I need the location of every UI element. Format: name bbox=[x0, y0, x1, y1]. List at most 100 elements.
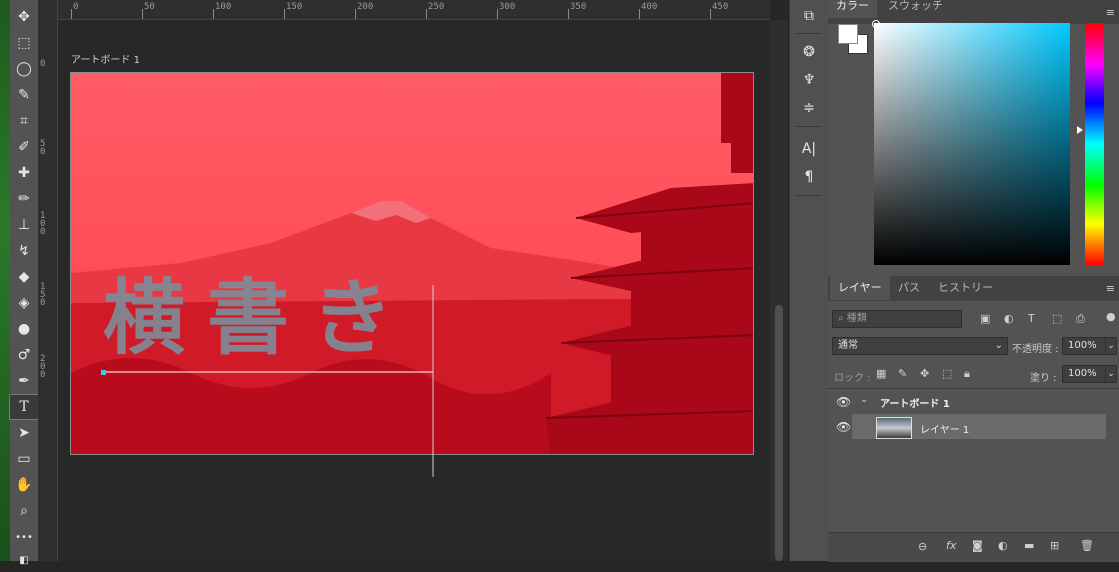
zoom-tool-icon[interactable]: ⌕ bbox=[10, 499, 38, 523]
hruler-label: 450 bbox=[712, 2, 729, 12]
eyedropper-tool-icon[interactable]: ✐ bbox=[10, 135, 38, 159]
expand-chevron-icon[interactable]: ⌄ bbox=[860, 394, 868, 405]
link-layers-icon[interactable]: ⊖ bbox=[918, 540, 927, 553]
stamp-tool-icon[interactable]: ⊥ bbox=[10, 213, 38, 237]
vertical-ruler: 0 50 100 150 200 bbox=[38, 0, 58, 561]
move-tool-icon[interactable]: ✥ bbox=[10, 5, 38, 29]
lock-artboard-icon[interactable]: ⬚ bbox=[942, 367, 952, 380]
layer-row-image[interactable]: 👁︎ レイヤー 1 bbox=[828, 414, 1106, 439]
baseline-anchor[interactable] bbox=[101, 370, 106, 375]
tab-swatches[interactable]: スウォッチ bbox=[880, 0, 951, 18]
hruler-label: 350 bbox=[570, 2, 587, 12]
vruler-label: 0 bbox=[40, 59, 46, 69]
healing-brush-tool-icon[interactable]: ✚ bbox=[10, 161, 38, 185]
layers-menu-icon[interactable]: ≡ bbox=[1106, 282, 1115, 295]
desktop-edge bbox=[0, 0, 10, 561]
default-colors-icon[interactable]: ◧ bbox=[10, 548, 38, 572]
panel-dock: ⧉ ❂ ♆ ≑ A| ¶ bbox=[789, 0, 829, 561]
fill-label: 塗り : bbox=[1030, 373, 1057, 384]
layer-filter-select[interactable]: ⌕ 種類 bbox=[832, 310, 962, 328]
lock-pixels-icon[interactable]: ✎ bbox=[898, 367, 907, 380]
opacity-dropdown-icon[interactable]: ⌄ bbox=[1105, 337, 1117, 355]
blur-tool-icon[interactable]: ● bbox=[10, 317, 38, 341]
hruler-label: 250 bbox=[428, 2, 445, 12]
path-select-tool-icon[interactable]: ➤ bbox=[10, 421, 38, 445]
channels-icon[interactable]: ❂ bbox=[790, 40, 828, 64]
lock-transparent-icon[interactable]: ▦ bbox=[876, 367, 886, 380]
scrollbar-thumb[interactable] bbox=[775, 305, 783, 561]
blend-mode-value: 通常 bbox=[838, 340, 858, 351]
hruler-label: 150 bbox=[286, 2, 303, 12]
hand-tool-icon[interactable]: ✋ bbox=[10, 473, 38, 497]
quick-select-tool-icon[interactable]: ✎ bbox=[10, 83, 38, 107]
lock-position-icon[interactable]: ✥ bbox=[920, 367, 929, 380]
chevron-down-icon: ⌄ bbox=[994, 340, 1003, 351]
filter-pixel-icon[interactable]: ▣ bbox=[980, 312, 990, 325]
fill-field[interactable]: 100% bbox=[1062, 365, 1106, 383]
marquee-tool-icon[interactable]: ⬚ bbox=[10, 31, 38, 55]
blend-mode-select[interactable]: 通常 ⌄ bbox=[832, 337, 1008, 355]
tools-panel: ✥ ⬚ ◯ ✎ ⌗ ✐ ✚ ✏ ⊥ ↯ ◆ ◈ ● ♂ ✒ T ➤ ▭ ✋ ⌕ … bbox=[9, 0, 39, 566]
hue-slider-handle[interactable] bbox=[1077, 126, 1083, 134]
add-mask-icon[interactable]: ◙ bbox=[972, 539, 983, 552]
hruler-label: 50 bbox=[144, 2, 155, 12]
vruler-label: 200 bbox=[40, 354, 46, 380]
new-group-icon[interactable]: ▬ bbox=[1024, 539, 1034, 552]
tab-color[interactable]: カラー bbox=[828, 0, 877, 18]
foreground-color-swatch[interactable] bbox=[838, 24, 858, 44]
dodge-tool-icon[interactable]: ♂ bbox=[10, 343, 38, 367]
libraries-icon[interactable]: ⧉ bbox=[790, 4, 828, 28]
hue-slider[interactable] bbox=[1085, 23, 1104, 265]
tab-paths[interactable]: パス bbox=[890, 276, 928, 300]
tab-history[interactable]: ヒストリー bbox=[930, 276, 1001, 300]
lock-label: ロック : bbox=[834, 373, 871, 384]
brush-tool-icon[interactable]: ✏ bbox=[10, 187, 38, 211]
history-brush-tool-icon[interactable]: ↯ bbox=[10, 239, 38, 263]
visibility-eye-icon[interactable]: 👁︎ bbox=[836, 420, 851, 434]
rectangle-tool-icon[interactable]: ▭ bbox=[10, 447, 38, 471]
lock-all-icon[interactable]: 🔒︎ bbox=[964, 367, 970, 381]
delete-layer-icon[interactable]: 🗑︎ bbox=[1080, 539, 1094, 552]
fill-dropdown-icon[interactable]: ⌄ bbox=[1105, 365, 1117, 383]
opacity-field[interactable]: 100% bbox=[1062, 337, 1106, 355]
opacity-label: 不透明度 : bbox=[1012, 344, 1059, 355]
layers-footer: ⊖ fx ◙ ◐ ▬ ⊞ 🗑︎ bbox=[828, 532, 1119, 562]
visibility-eye-icon[interactable]: 👁︎ bbox=[836, 395, 851, 409]
vruler-label: 100 bbox=[40, 211, 46, 237]
paragraph-icon[interactable]: ¶ bbox=[790, 165, 828, 189]
hruler-label: 300 bbox=[499, 2, 516, 12]
panel-menu-icon[interactable]: ≡ bbox=[1106, 6, 1115, 19]
adjustments-icon[interactable]: ≑ bbox=[790, 96, 828, 120]
paint-bucket-tool-icon[interactable]: ◈ bbox=[10, 291, 38, 315]
filter-adjustment-icon[interactable]: ◐ bbox=[1004, 312, 1014, 325]
layer-style-icon[interactable]: fx bbox=[946, 539, 956, 552]
layer-filter-label: 種類 bbox=[846, 313, 867, 324]
adjustment-layer-icon[interactable]: ◐ bbox=[998, 539, 1008, 552]
filter-type-icon[interactable]: T bbox=[1028, 312, 1035, 325]
text-guides bbox=[101, 285, 434, 477]
pen-tool-icon[interactable]: ✒ bbox=[10, 369, 38, 393]
color-picker-cursor[interactable] bbox=[872, 20, 880, 28]
hruler-label: 0 bbox=[73, 2, 79, 12]
layer-name: レイヤー 1 bbox=[920, 425, 970, 436]
hruler-label: 100 bbox=[215, 2, 232, 12]
filter-toggle-icon[interactable]: ● bbox=[1106, 310, 1116, 323]
filter-smart-object-icon[interactable]: ⎙ bbox=[1076, 312, 1085, 326]
brush-settings-icon[interactable]: ♆ bbox=[790, 68, 828, 92]
filter-shape-icon[interactable]: ⬚ bbox=[1052, 312, 1062, 325]
right-panels: カラー スウォッチ ≡ レイヤー パス ヒストリー ≡ ⌕ 種類 ▣ ◐ T ⬚… bbox=[828, 0, 1119, 562]
tab-layers[interactable]: レイヤー bbox=[830, 276, 890, 300]
more-tools-icon[interactable]: ••• bbox=[10, 525, 38, 549]
type-tool-icon[interactable]: T bbox=[9, 394, 39, 420]
new-layer-icon[interactable]: ⊞ bbox=[1050, 539, 1059, 552]
lasso-tool-icon[interactable]: ◯ bbox=[10, 57, 38, 81]
crop-tool-icon[interactable]: ⌗ bbox=[10, 109, 38, 133]
color-panel-tabs: カラー スウォッチ ≡ bbox=[828, 0, 1119, 24]
color-field[interactable] bbox=[874, 23, 1070, 265]
layer-name: アートボード 1 bbox=[880, 399, 950, 410]
layer-row-artboard[interactable]: 👁︎ ⌄ アートボード 1 bbox=[828, 389, 1106, 414]
character-icon[interactable]: A| bbox=[790, 137, 828, 161]
eraser-tool-icon[interactable]: ◆ bbox=[10, 265, 38, 289]
layers-panel-tabs: レイヤー パス ヒストリー ≡ bbox=[828, 276, 1119, 301]
vruler-label: 150 bbox=[40, 282, 46, 308]
